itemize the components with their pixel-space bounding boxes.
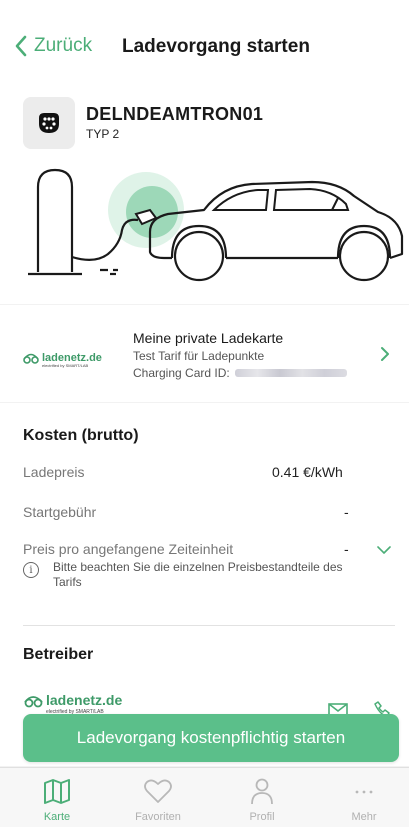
chevron-left-icon xyxy=(15,35,27,57)
tab-label: Profil xyxy=(249,811,275,823)
tab-bar: Karte Favoriten Profil Mehr xyxy=(0,767,409,827)
chevron-down-icon[interactable] xyxy=(376,545,392,555)
connector-type: TYP 2 xyxy=(86,127,120,141)
tab-label: Mehr xyxy=(351,811,377,823)
price-row-label: Ladepreis xyxy=(23,464,85,480)
station-header: DELNDEAMTRON01 TYP 2 xyxy=(0,92,409,304)
charging-illustration xyxy=(28,168,404,282)
more-icon xyxy=(355,790,373,794)
ladenetz-logo: ladenetz.de electrified by SMART/LAB xyxy=(22,346,112,374)
info-text: Bitte beachten Sie die einzelnen Preisbe… xyxy=(53,560,343,589)
map-icon xyxy=(44,779,70,804)
operator-title: Betreiber xyxy=(23,646,94,663)
connector-badge xyxy=(23,97,75,149)
page-title: Ladevorgang starten xyxy=(122,36,310,57)
heart-icon xyxy=(144,779,172,803)
type2-plug-icon xyxy=(39,113,59,133)
card-id-label: Charging Card ID: xyxy=(133,366,230,380)
tab-favoriten[interactable]: Favoriten xyxy=(118,776,198,823)
tab-mehr[interactable]: Mehr xyxy=(324,776,404,823)
divider xyxy=(23,625,395,626)
time-unit-label: Preis pro angefangene Zeiteinheit xyxy=(23,541,234,557)
chevron-right-icon xyxy=(381,347,389,361)
costs-title: Kosten (brutto) xyxy=(23,427,139,444)
card-id-redacted xyxy=(234,369,347,377)
card-id: Charging Card ID: xyxy=(133,366,347,380)
info-icon: i xyxy=(23,562,39,578)
back-button[interactable]: Zurück xyxy=(14,35,92,57)
tab-label: Karte xyxy=(43,811,71,823)
ladenetz-logo-mark: ladenetz.de electrified by SMART/LAB xyxy=(23,352,102,368)
start-fee-value: - xyxy=(344,504,349,520)
screen: Zurück Ladevorgang starten DELNDEAMTRON0… xyxy=(0,0,409,827)
info-note: i Bitte beachten Sie die einzelnen Preis… xyxy=(23,560,373,590)
operator-brand-name: ladenetz.de xyxy=(46,692,122,708)
tab-karte[interactable]: Karte xyxy=(17,776,97,823)
person-icon xyxy=(251,778,273,805)
brand-subtitle: electrified by SMART/LAB xyxy=(42,363,88,368)
costs-section: Kosten (brutto) Ladepreis 0.41 €/kWh Sta… xyxy=(0,403,409,766)
start-fee-label: Startgebühr xyxy=(23,504,97,520)
tab-profil[interactable]: Profil xyxy=(222,776,302,823)
charging-card-row[interactable]: ladenetz.de electrified by SMART/LAB Mei… xyxy=(0,305,409,402)
card-title: Meine private Ladekarte xyxy=(133,330,284,346)
time-unit-value: - xyxy=(344,541,349,557)
nav-bar: Zurück Ladevorgang starten xyxy=(0,0,409,92)
back-label: Zurück xyxy=(34,35,93,56)
card-tarif: Test Tarif für Ladepunkte xyxy=(133,349,265,363)
price-row-value: 0.41 €/kWh xyxy=(272,464,343,480)
tab-label: Favoriten xyxy=(135,811,181,823)
start-charging-button[interactable]: Ladevorgang kostenpflichtig starten xyxy=(23,714,399,762)
station-id: DELNDEAMTRON01 xyxy=(86,104,264,124)
